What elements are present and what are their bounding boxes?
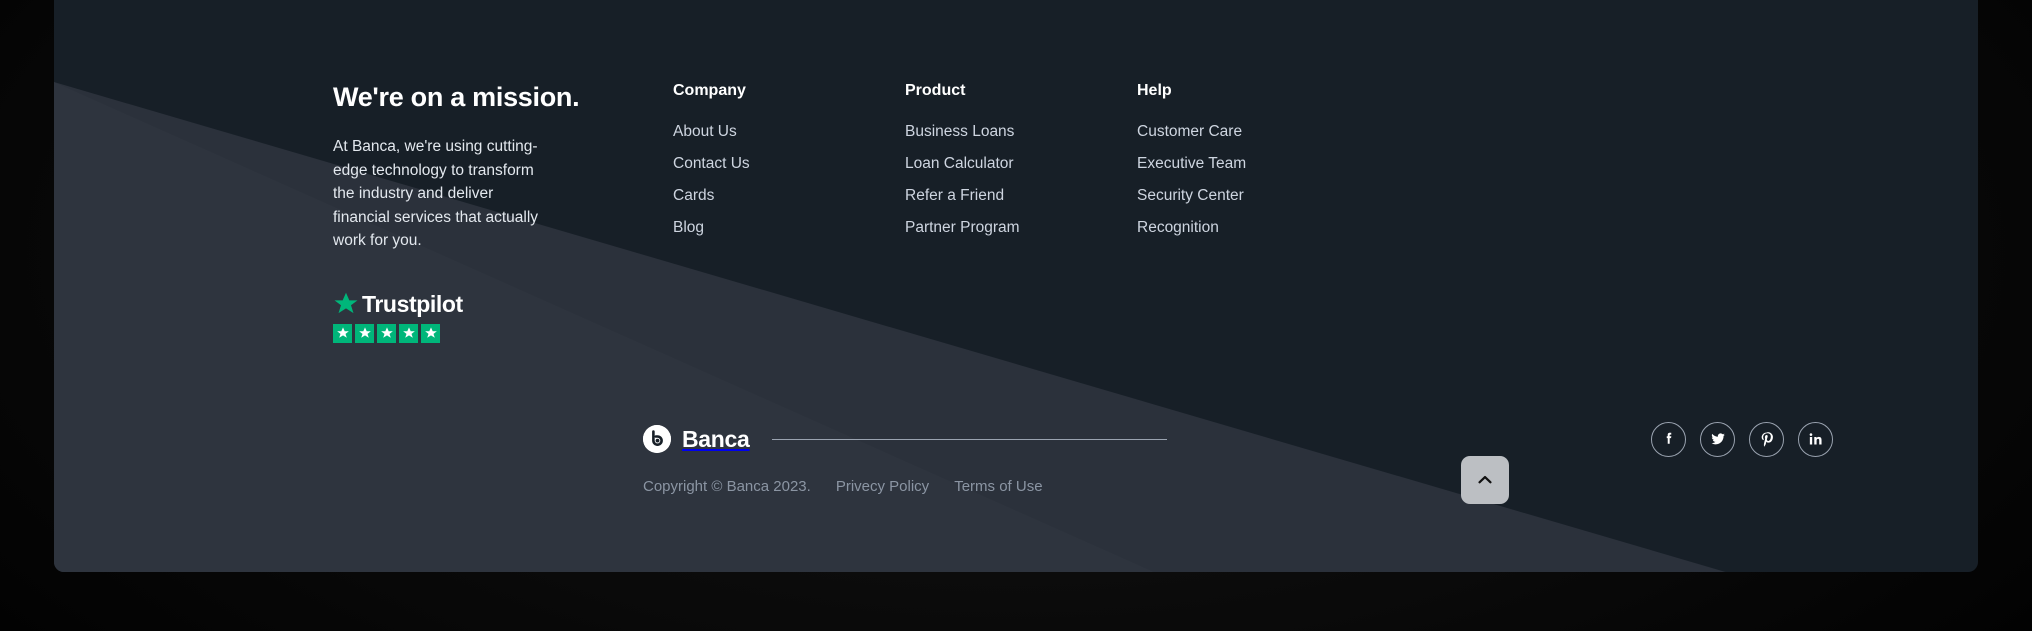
list-item: Partner Program xyxy=(905,219,1137,237)
brand-row: Banca xyxy=(643,416,1833,462)
footer-link-security-center[interactable]: Security Center xyxy=(1137,187,1244,205)
footer-bottom-bar: Banca Copyright © Banca 2023. Privecy Po… xyxy=(643,416,1833,495)
screen-backdrop: We're on a mission. At Banca, we're usin… xyxy=(0,0,2032,631)
social-links xyxy=(1651,421,1833,457)
page-viewport: We're on a mission. At Banca, we're usin… xyxy=(54,0,1978,572)
brand-name: Banca xyxy=(682,425,750,452)
footer-column-help: Help Customer Care Executive Team Securi… xyxy=(1137,82,1369,343)
footer-link-refer-a-friend[interactable]: Refer a Friend xyxy=(905,187,1004,205)
trustpilot-widget[interactable]: Trustpilot xyxy=(333,291,643,343)
footer-link-customer-care[interactable]: Customer Care xyxy=(1137,123,1242,141)
list-item: Security Center xyxy=(1137,187,1369,205)
footer-column-heading: Help xyxy=(1137,82,1172,99)
scroll-to-top-button[interactable] xyxy=(1461,456,1509,504)
banca-logo-icon xyxy=(643,425,671,453)
footer-column-company: Company About Us Contact Us Cards Blog xyxy=(673,82,905,343)
list-item: Executive Team xyxy=(1137,155,1369,173)
mission-title: We're on a mission. xyxy=(333,82,580,112)
chevron-up-icon xyxy=(1474,469,1496,491)
brand-logo-link[interactable]: Banca xyxy=(643,425,750,453)
footer-link-loan-calculator[interactable]: Loan Calculator xyxy=(905,155,1014,173)
footer-link-partner-program[interactable]: Partner Program xyxy=(905,219,1020,237)
trustpilot-rating-stars xyxy=(333,323,643,343)
footer-link-list: About Us Contact Us Cards Blog xyxy=(673,123,905,237)
list-item: Business Loans xyxy=(905,123,1137,141)
trustpilot-star-icon xyxy=(399,323,418,343)
footer-link-list: Business Loans Loan Calculator Refer a F… xyxy=(905,123,1137,237)
pinterest-icon-button[interactable] xyxy=(1749,421,1784,457)
list-item: Loan Calculator xyxy=(905,155,1137,173)
facebook-icon-button[interactable] xyxy=(1651,421,1686,457)
list-item: About Us xyxy=(673,123,905,141)
footer-link-cards[interactable]: Cards xyxy=(673,187,714,205)
linkedin-icon-button[interactable] xyxy=(1798,421,1833,457)
footer-column-heading: Company xyxy=(673,82,746,99)
footer-link-recognition[interactable]: Recognition xyxy=(1137,219,1219,237)
trustpilot-star-icon xyxy=(377,323,396,343)
list-item: Recognition xyxy=(1137,219,1369,237)
terms-of-use-link[interactable]: Terms of Use xyxy=(954,478,1042,495)
privacy-policy-link[interactable]: Privecy Policy xyxy=(836,478,929,495)
footer-columns: We're on a mission. At Banca, we're usin… xyxy=(54,0,1978,343)
footer-column-product: Product Business Loans Loan Calculator R… xyxy=(905,82,1137,343)
trustpilot-star-icon xyxy=(333,291,359,317)
trustpilot-name: Trustpilot xyxy=(362,290,463,317)
list-item: Contact Us xyxy=(673,155,905,173)
footer-link-contact-us[interactable]: Contact Us xyxy=(673,155,750,173)
list-item: Cards xyxy=(673,187,905,205)
footer-column-heading: Product xyxy=(905,82,966,99)
copyright-text: Copyright © Banca 2023. xyxy=(643,478,811,495)
footer-link-about-us[interactable]: About Us xyxy=(673,123,737,141)
trustpilot-star-icon xyxy=(421,323,440,343)
list-item: Refer a Friend xyxy=(905,187,1137,205)
trustpilot-star-icon xyxy=(355,323,374,343)
mission-column: We're on a mission. At Banca, we're usin… xyxy=(333,82,643,343)
brand-divider-rule xyxy=(771,438,1167,440)
list-item: Customer Care xyxy=(1137,123,1369,141)
footer-link-blog[interactable]: Blog xyxy=(673,219,704,237)
footer-link-executive-team[interactable]: Executive Team xyxy=(1137,155,1246,173)
trustpilot-star-icon xyxy=(333,323,352,343)
mission-description: At Banca, we're using cutting-edge techn… xyxy=(333,138,539,250)
trustpilot-wordmark: Trustpilot xyxy=(333,291,643,318)
legal-row: Copyright © Banca 2023. Privecy Policy T… xyxy=(643,478,1833,495)
list-item: Blog xyxy=(673,219,905,237)
footer-link-list: Customer Care Executive Team Security Ce… xyxy=(1137,123,1369,237)
footer-link-business-loans[interactable]: Business Loans xyxy=(905,123,1014,141)
twitter-icon-button[interactable] xyxy=(1700,421,1735,457)
